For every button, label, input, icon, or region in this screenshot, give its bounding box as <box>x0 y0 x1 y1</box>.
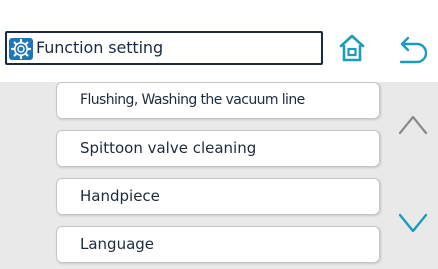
menu-item-flushing[interactable]: Flushing, Washing the vacuum line <box>56 82 380 119</box>
screen: Function setting Flushing, Washing the v… <box>0 0 438 269</box>
header: Function setting <box>0 0 438 82</box>
scroll-up-button[interactable] <box>395 106 431 142</box>
menu-item-spittoon[interactable]: Spittoon valve cleaning <box>56 130 380 167</box>
menu-item-label: Spittoon valve cleaning <box>80 139 257 157</box>
menu-item-label: Flushing, Washing the vacuum line <box>80 92 305 108</box>
home-button[interactable] <box>336 32 368 64</box>
chevron-down-icon <box>398 213 428 233</box>
scroll-down-button[interactable] <box>395 206 431 242</box>
gear-icon <box>9 38 33 60</box>
menu-item-label: Handpiece <box>80 187 160 205</box>
chevron-up-icon <box>398 115 428 135</box>
menu-item-label: Language <box>80 235 155 253</box>
menu-item-language[interactable]: Language <box>56 226 380 263</box>
menu-item-handpiece[interactable]: Handpiece <box>56 178 380 215</box>
back-button[interactable] <box>395 30 431 66</box>
back-arrow-icon <box>399 36 428 64</box>
page-title: Function setting <box>36 38 164 57</box>
home-icon <box>339 34 365 62</box>
